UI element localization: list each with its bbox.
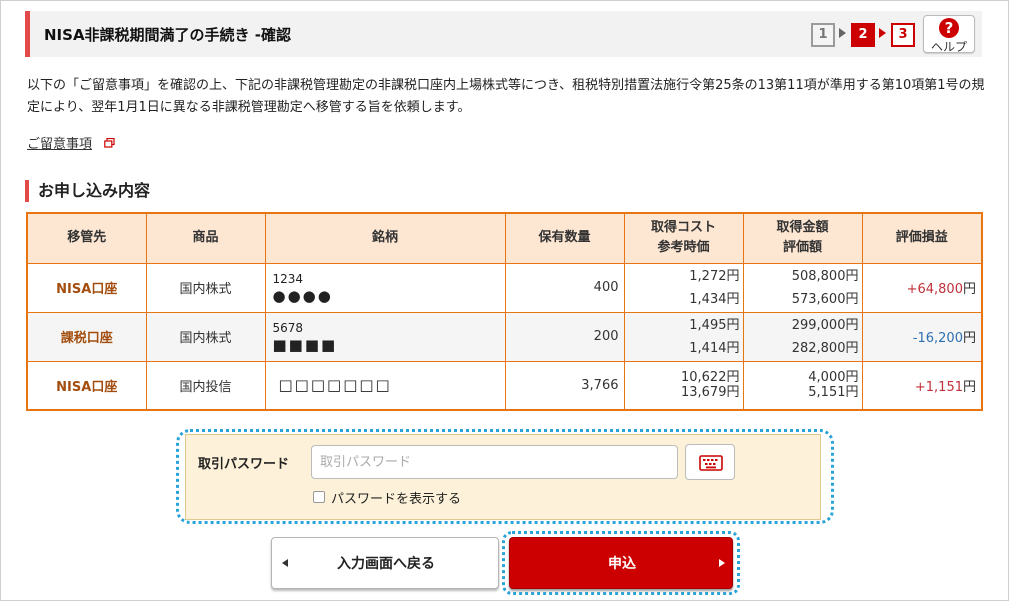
table-row: NISA口座 国内株式 1234 ●●●● 400 1,272円 1,434円 50… [26,262,983,313]
notes-link[interactable]: ご留意事項 [27,133,92,152]
cell-name: □□□□□□□ [264,360,506,411]
cell-cost: 10,622円 13,679円 [623,360,744,411]
col-header-name: 銘柄 [264,212,506,264]
cell-cost: 1,272円 1,434円 [623,262,744,313]
cell-qty: 3,766 [504,360,625,411]
cell-qty: 400 [504,262,625,313]
table-row: 課税口座 国内株式 5678 ■■■■ 200 1,495円 1,414円 299,… [26,311,983,362]
cell-dest: NISA口座 [26,262,147,313]
chevron-right-icon [719,559,725,567]
password-label: 取引パスワード [198,457,290,472]
page-frame: NISA非課税期間満了の手続き -確認 1 2 3 ? ヘルプ 以下の「ご留意事… [0,0,1009,601]
cell-product: 国内株式 [145,311,266,362]
help-button[interactable]: ? ヘルプ [923,15,975,54]
show-password-label[interactable]: パスワードを表示する [331,488,461,507]
col-header-dest: 移管先 [26,212,147,264]
cell-qty: 200 [504,311,625,362]
step-indicator-1: 1 [811,23,835,47]
col-header-amount: 取得金額 評価額 [742,212,863,264]
step-indicator-2: 2 [851,23,875,47]
cell-product: 国内投信 [145,360,266,411]
application-table: 移管先 商品 銘柄 保有数量 取得コスト 参考時価 取得金額 評価額 評価損益 NI… [26,212,983,411]
external-window-icon [104,138,115,148]
cell-pl: +1,151円 [861,360,983,411]
cell-amount: 299,000円 282,800円 [742,311,863,362]
submit-button-label: 申込 [608,556,636,572]
back-button[interactable]: 入力画面へ戻る [271,537,499,589]
cell-dest: 課税口座 [26,311,147,362]
step-indicator-3: 3 [891,23,915,47]
cell-amount: 508,800円 573,600円 [742,262,863,313]
help-icon: ? [939,18,959,38]
help-label: ヘルプ [930,40,967,54]
submit-button[interactable]: 申込 [509,537,733,589]
keyboard-icon [699,455,723,471]
cell-name: 5678 ■■■■ [264,311,506,362]
back-button-label: 入力画面へ戻る [337,556,435,572]
table-row: NISA口座 国内投信 □□□□□□□ 3,766 10,622円 13,679円… [26,360,983,411]
section-title: お申し込み内容 [38,181,151,200]
table-header-row: 移管先 商品 銘柄 保有数量 取得コスト 参考時価 取得金額 評価額 評価損益 [26,212,983,264]
page-title: NISA非課税期間満了の手続き -確認 [44,26,291,44]
section-heading: お申し込み内容 [25,180,425,202]
cell-name: 1234 ●●●● [264,262,506,313]
col-header-qty: 保有数量 [504,212,625,264]
col-header-pl: 評価損益 [861,212,983,264]
cell-amount: 4,000円 5,151円 [742,360,863,411]
software-keyboard-button[interactable] [685,444,735,480]
step-arrow-icon [839,28,846,38]
intro-text: 以下の「ご留意事項」を確認の上、下記の非課税管理勘定の非課税口座内上場株式等につ… [27,78,985,115]
cell-pl: -16,200円 [861,311,983,362]
password-input[interactable] [311,445,678,479]
step-arrow-icon [879,28,886,38]
cell-dest: NISA口座 [26,360,147,411]
col-header-product: 商品 [145,212,266,264]
cell-product: 国内株式 [145,262,266,313]
cell-pl: +64,800円 [861,262,983,313]
col-header-cost: 取得コスト 参考時価 [623,212,744,264]
cell-cost: 1,495円 1,414円 [623,311,744,362]
show-password-checkbox[interactable] [313,491,325,503]
